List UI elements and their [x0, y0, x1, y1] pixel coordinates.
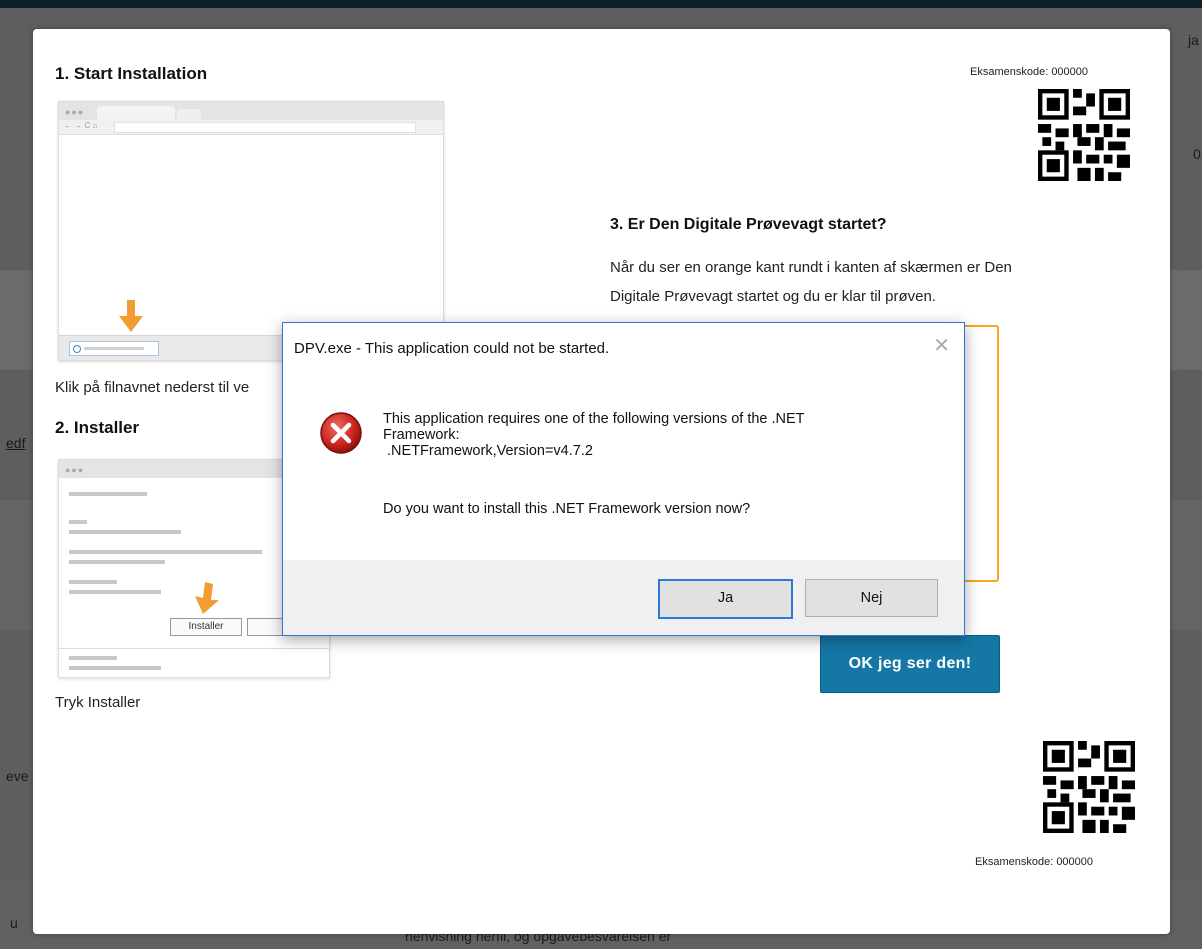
background-text: eve — [6, 768, 29, 784]
dialog-message-line: This application requires one of the fol… — [383, 411, 805, 427]
yes-button[interactable]: Ja — [658, 579, 793, 619]
download-item — [69, 341, 159, 356]
browser-tabbar: ●●● — [59, 102, 443, 120]
dialog-question: Do you want to install this .NET Framewo… — [383, 501, 751, 517]
step1-title: 1. Start Installation — [55, 64, 208, 83]
qr-code-icon — [1043, 741, 1135, 833]
step2-title: 2. Installer — [55, 418, 140, 437]
background-text: 0 — [1193, 146, 1201, 162]
dialog-title: DPV.exe - This application could not be … — [294, 340, 610, 357]
arrow-down-icon — [119, 300, 143, 332]
exam-code-top: Eksamenskode: 000000 — [970, 66, 1089, 78]
background-link[interactable]: edf — [6, 435, 25, 451]
step3-text-line2: Digitale Prøvevagt startet og du er klar… — [610, 288, 936, 305]
qr-code-icon — [1038, 89, 1130, 181]
arrow-down-icon — [195, 582, 219, 614]
error-dialog: DPV.exe - This application could not be … — [282, 322, 965, 636]
step2-caption: Tryk Installer — [55, 694, 141, 711]
exam-code-bottom: Eksamenskode: 000000 — [975, 856, 1094, 868]
top-bar — [0, 0, 1202, 8]
no-button[interactable]: Nej — [805, 579, 938, 617]
ok-i-see-it-button[interactable]: OK jeg ser den! — [820, 635, 1000, 693]
dialog-message: This application requires one of the fol… — [383, 411, 943, 459]
background-text: u — [10, 915, 18, 931]
installer-button-illustration: Installer — [170, 618, 242, 636]
browser-addressbar: ← → C ⌂ — [59, 120, 443, 135]
step1-caption: Klik på filnavnet nederst til ve — [55, 379, 250, 396]
background-text: ja — [1188, 32, 1199, 48]
error-icon — [320, 412, 362, 454]
dialog-message-line: .NETFramework,Version=v4.7.2 — [383, 443, 593, 459]
dialog-message-line: Framework: — [383, 427, 460, 443]
step3-title: 3. Er Den Digitale Prøvevagt startet? — [610, 216, 887, 233]
step3-text-line1: Når du ser en orange kant rundt i kanten… — [610, 259, 1012, 276]
close-icon[interactable]: ✕ — [933, 333, 950, 358]
